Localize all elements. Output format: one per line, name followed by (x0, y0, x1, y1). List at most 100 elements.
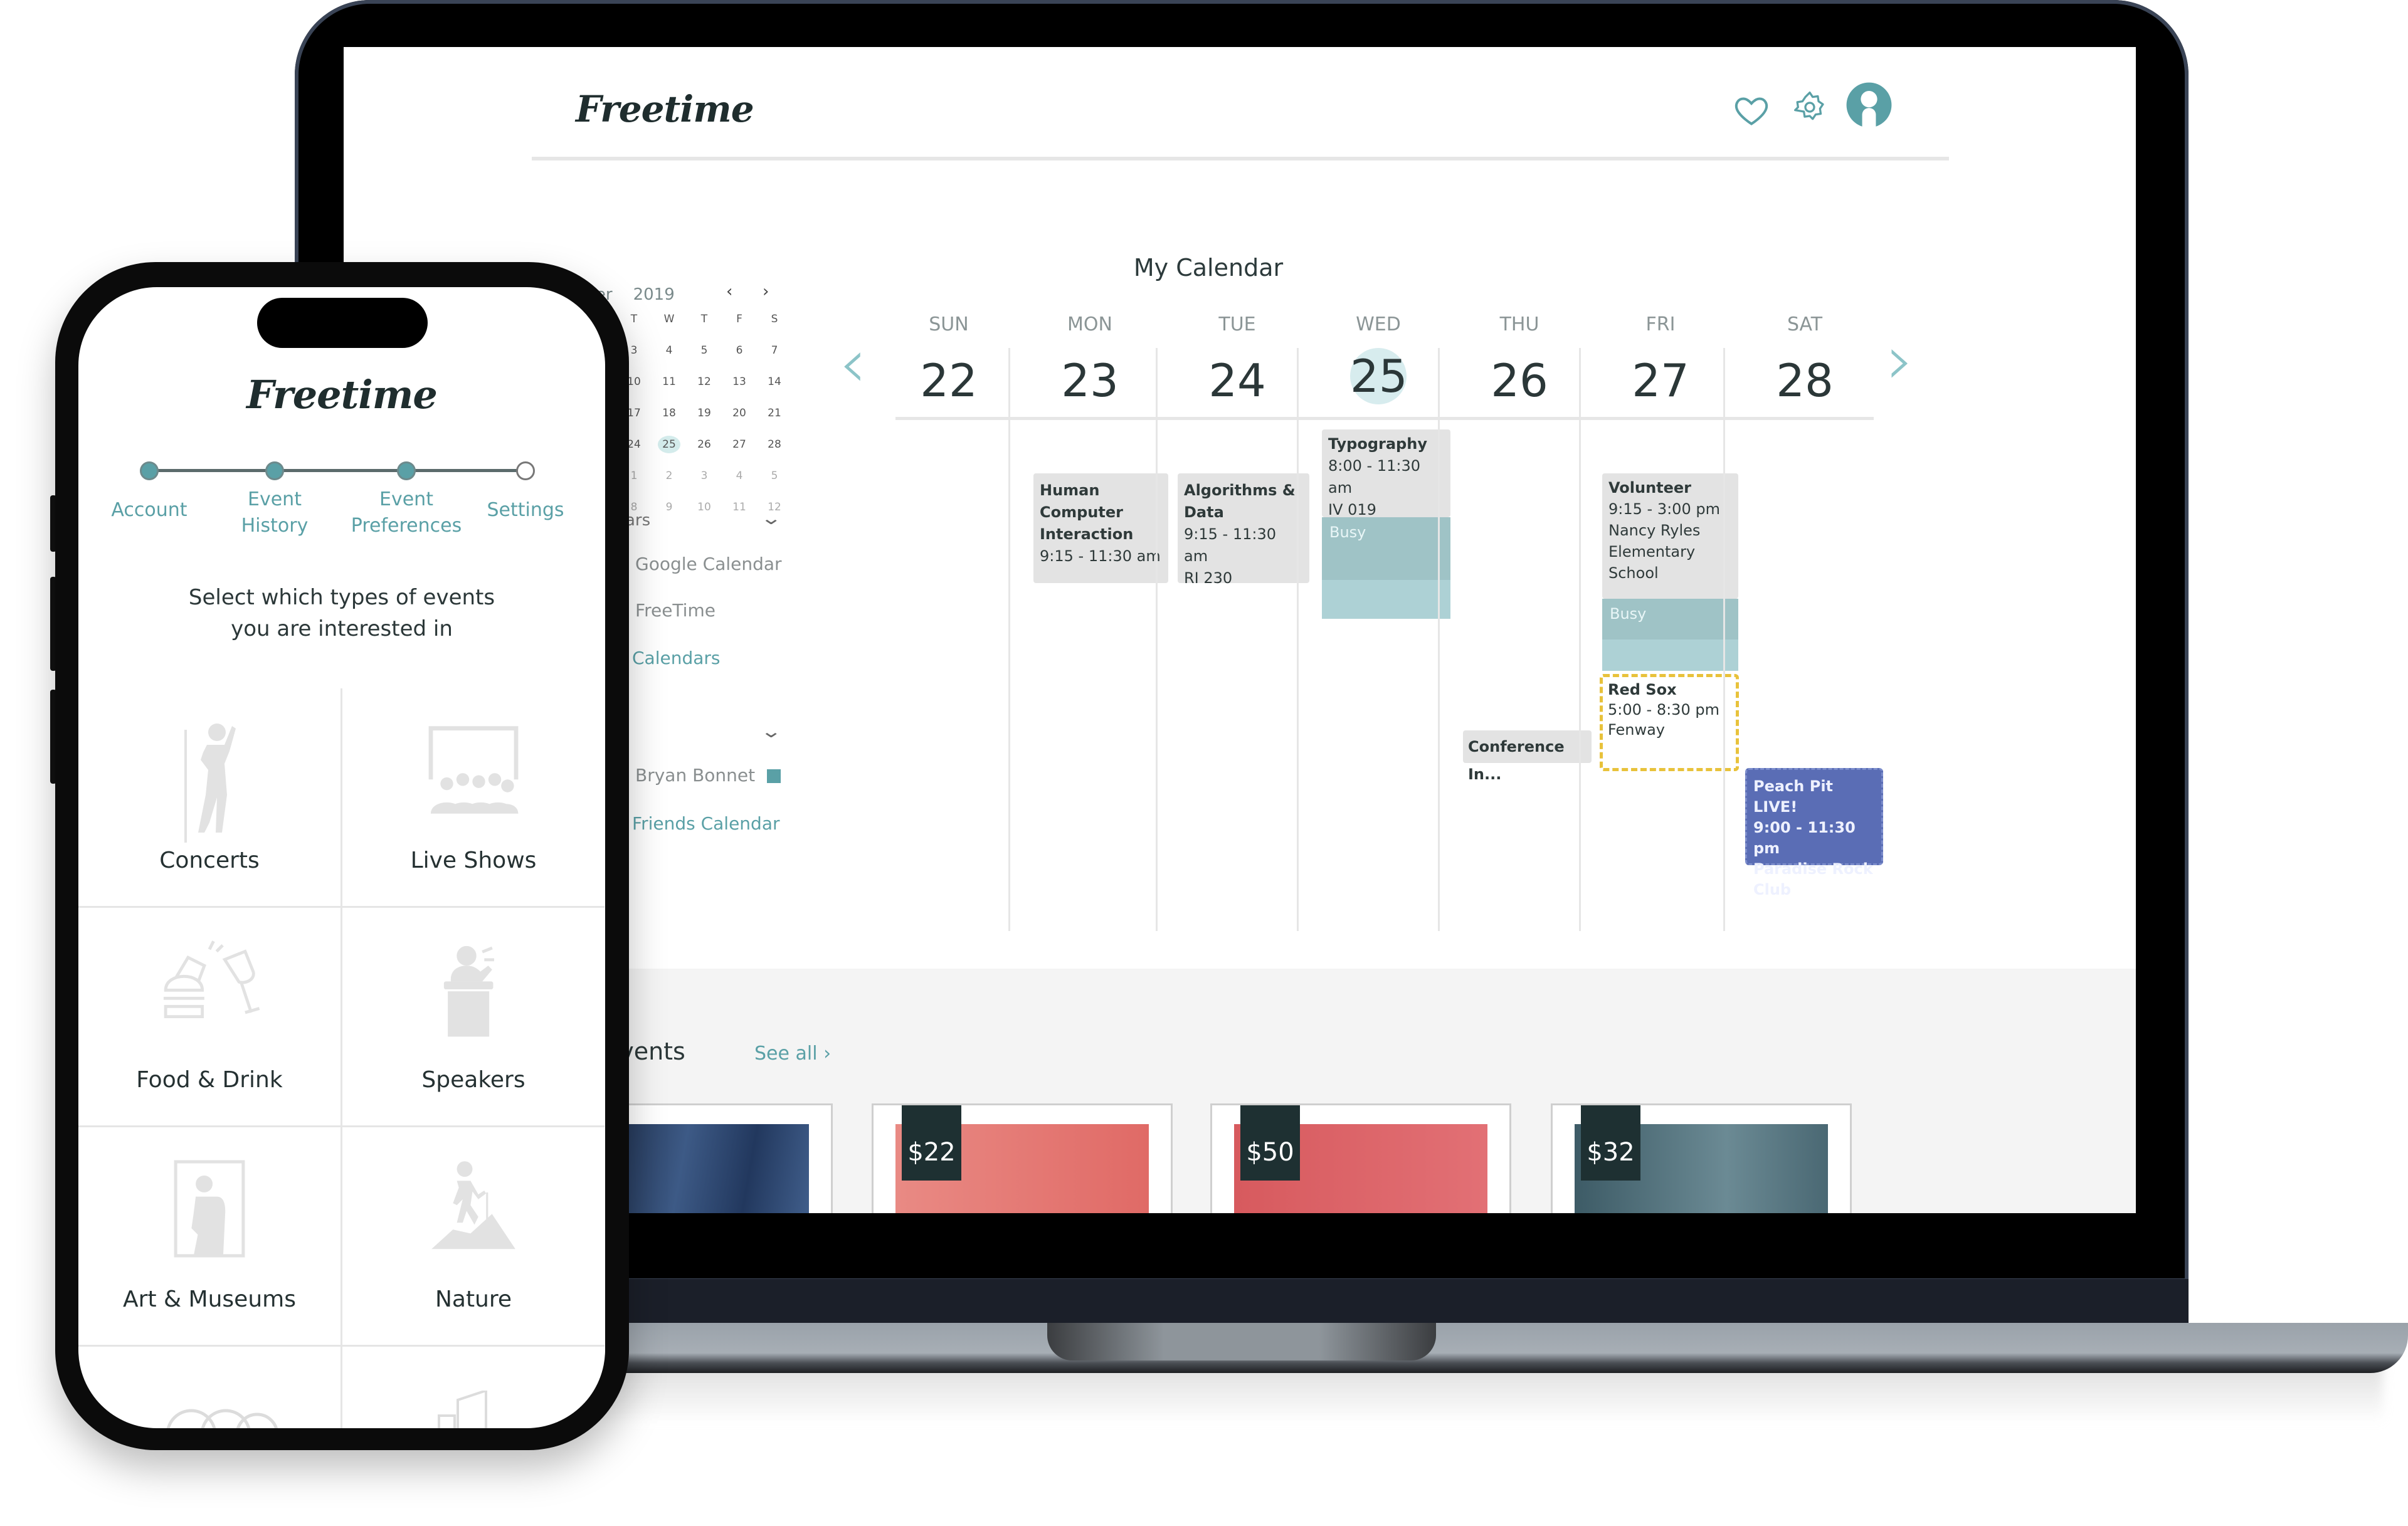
category-tile-speakers[interactable]: Speakers (342, 908, 605, 1127)
prev-week-arrow[interactable]: ‹ (839, 323, 867, 403)
event-card[interactable]: $22 (872, 1103, 1173, 1213)
event-algorithms[interactable]: Algorithms & Data 9:15 - 11:30 am RI 230 (1178, 473, 1309, 587)
event-conference[interactable]: Conference In... (1463, 730, 1592, 783)
mini-day[interactable]: 21 (757, 404, 792, 422)
friends-calendar-link[interactable]: Friends Calendar (632, 813, 780, 834)
mini-day[interactable]: 5 (757, 467, 792, 485)
day-number-text: 26 (1491, 354, 1548, 407)
mini-weekday-header: S (771, 313, 778, 325)
day-number[interactable]: 25 (1309, 348, 1447, 404)
header-divider (532, 157, 1949, 160)
busy-block[interactable]: Busy (1322, 517, 1450, 580)
mini-day[interactable]: 18 (652, 404, 687, 422)
calendar-item-google[interactable]: Google Calendar (635, 554, 782, 574)
burger-wine-icon (153, 939, 266, 1023)
category-tile-nature[interactable]: Nature (342, 1127, 605, 1347)
mini-day[interactable]: 2 (652, 467, 687, 485)
mini-day[interactable]: 14 (757, 373, 792, 391)
progress-step-label[interactable]: Account (80, 497, 218, 524)
add-calendars-link[interactable]: Calendars (632, 648, 721, 668)
price-badge: $22 (902, 1105, 961, 1181)
progress-step-label[interactable]: Event Preferences (347, 487, 466, 539)
mini-day[interactable]: 12 (687, 373, 722, 391)
chevron-down-icon[interactable]: ⌄ (760, 508, 782, 529)
progress-step-dot[interactable] (397, 461, 416, 480)
category-label: Food & Drink (136, 1067, 283, 1093)
progress-step-label[interactable]: Event History (215, 487, 334, 539)
museum-statue-icon (172, 1159, 247, 1261)
calendar-item-freetime[interactable]: FreeTime (635, 600, 716, 621)
day-name-thu: THU (1499, 313, 1539, 335)
progress-track (149, 469, 525, 472)
busy-block-extension (1322, 580, 1450, 619)
event-red-sox[interactable]: Red Sox 5:00 - 8:30 pm Fenway (1600, 674, 1739, 771)
mini-day[interactable]: 27 (722, 436, 757, 453)
next-week-arrow[interactable]: › (1886, 320, 1914, 400)
mini-day[interactable]: 19 (687, 404, 722, 422)
event-volunteer[interactable]: Volunteer 9:15 - 3:00 pm Nancy Ryles Eleme… (1602, 473, 1738, 599)
mini-day[interactable]: 4 (652, 342, 687, 359)
category-tile-food-drink[interactable]: Food & Drink (78, 908, 341, 1127)
progress-step-dot[interactable] (516, 461, 535, 480)
mini-day[interactable]: 9 (652, 498, 687, 516)
day-column-divider (1438, 348, 1440, 931)
mini-day[interactable]: 26 (687, 436, 722, 453)
day-number[interactable]: 22 (880, 354, 1018, 407)
price-badge: $32 (1581, 1105, 1640, 1181)
event-hci[interactable]: Human Computer Interaction 9:15 - 11:30 a… (1033, 473, 1168, 583)
busy-block[interactable]: Busy (1602, 599, 1738, 639)
category-label: Live Shows (410, 848, 537, 873)
mini-day[interactable]: 20 (722, 404, 757, 422)
day-number-text: 24 (1208, 354, 1266, 407)
friend-item[interactable]: Bryan Bonnet (635, 765, 781, 786)
mini-day[interactable]: 28 (757, 436, 792, 453)
progress-step-dot[interactable] (265, 461, 284, 480)
mini-day[interactable]: 7 (757, 342, 792, 359)
see-all-link[interactable]: See all › (754, 1043, 831, 1065)
gear-icon[interactable] (1792, 90, 1827, 125)
app-logo[interactable]: Freetime (576, 88, 754, 130)
category-label: Speakers (421, 1067, 525, 1093)
event-card[interactable] (594, 1103, 833, 1213)
event-card[interactable]: $32 (1551, 1103, 1852, 1213)
mini-day[interactable]: 11 (722, 498, 757, 516)
day-number[interactable]: 26 (1450, 354, 1588, 407)
mini-day[interactable]: 5 (687, 342, 722, 359)
day-name-tue: TUE (1218, 313, 1256, 335)
category-tile-live-shows[interactable]: Live Shows (342, 688, 605, 908)
day-number-text: 27 (1632, 354, 1689, 407)
mini-day[interactable]: 10 (687, 498, 722, 516)
podium-speaker-icon (439, 939, 508, 1042)
day-number[interactable]: 23 (1021, 354, 1159, 407)
event-typography[interactable]: Typography 8:00 - 11:30 am IV 019 (1322, 429, 1450, 518)
day-number-text: 23 (1061, 354, 1119, 407)
day-number[interactable]: 28 (1736, 354, 1874, 407)
mini-calendar-month: mber 2019 (569, 285, 675, 304)
mini-weekday-header: W (663, 313, 675, 325)
day-number[interactable]: 24 (1168, 354, 1306, 407)
mini-calendar-next-button[interactable]: › (763, 282, 769, 301)
mini-day[interactable]: 3 (687, 467, 722, 485)
day-name-sun: SUN (929, 313, 969, 335)
category-tile-concerts[interactable]: Concerts (78, 688, 341, 908)
mini-calendar-prev-button[interactable]: ‹ (726, 282, 732, 301)
mini-day[interactable]: 13 (722, 373, 757, 391)
category-tile-art-museums[interactable]: Art & Museums (78, 1127, 341, 1347)
day-number-text: 25 (1350, 348, 1408, 404)
heart-icon[interactable] (1733, 91, 1770, 129)
event-peach-pit[interactable]: Peach Pit LIVE! 9:00 - 11:30 pm Paradise R… (1745, 768, 1883, 898)
mini-day[interactable]: 25 (658, 436, 680, 453)
chevron-down-icon[interactable]: ⌄ (760, 721, 782, 742)
busy-block-extension (1602, 639, 1738, 671)
user-avatar-icon[interactable] (1846, 82, 1893, 129)
progress-step-label[interactable]: Settings (457, 497, 594, 524)
dynamic-island (257, 298, 428, 348)
mini-day[interactable]: 4 (722, 467, 757, 485)
mini-day[interactable]: 11 (652, 373, 687, 391)
mini-calendar-grid: T W T F S 3 4 5 6 7 10 11 12 13 14 17 18 19 20 21 24 25 26 27 28… (616, 310, 805, 516)
day-number[interactable]: 27 (1592, 354, 1729, 407)
mini-day[interactable]: 6 (722, 342, 757, 359)
event-card[interactable]: $50 (1210, 1103, 1511, 1213)
progress-step-dot[interactable] (140, 461, 159, 480)
price-badge: $50 (1240, 1105, 1300, 1181)
